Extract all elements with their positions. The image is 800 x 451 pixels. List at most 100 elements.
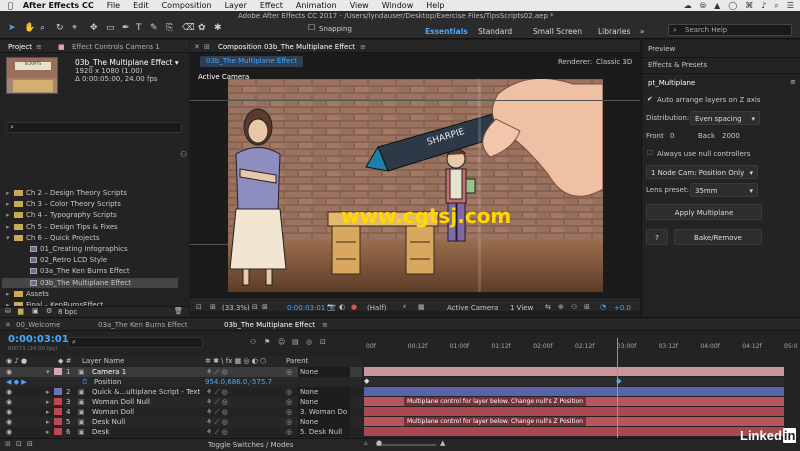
menu-file[interactable]: File [107, 1, 120, 10]
layer-duration-bar[interactable] [364, 387, 784, 396]
triangle-right-icon[interactable]: ▸ [46, 417, 50, 427]
layer-name[interactable]: Desk Null [92, 417, 125, 427]
layer-switches-icon[interactable]: ⊞ [5, 440, 11, 448]
label-color-swatch[interactable] [54, 408, 62, 415]
timeline-icon[interactable]: ⊞ [584, 303, 590, 311]
zoom-tool-icon[interactable]: ⌕ [40, 23, 45, 33]
hand-tool-icon[interactable]: ✋ [24, 23, 35, 33]
eye-icon[interactable]: ◉ [6, 407, 12, 417]
parent-select[interactable]: None [298, 387, 350, 397]
triangle-right-icon[interactable]: ▸ [6, 210, 14, 220]
menu-help[interactable]: Help [426, 1, 444, 10]
back-input[interactable]: 2000 [722, 132, 740, 140]
spotlight-icon[interactable]: ⌕ [774, 1, 778, 11]
distribution-select[interactable]: Even spacing ▾ [690, 111, 760, 125]
draft3d-icon[interactable]: ⊕ [558, 303, 564, 311]
workspace-standard[interactable]: Standard [478, 27, 512, 36]
workspace-libraries[interactable]: Libraries [598, 27, 630, 36]
layer-row[interactable]: ◉ ▸ 4 ▣ Woman Doll ⚘ ⟋ ◎ ◎ 3. Woman Do [0, 407, 362, 417]
shy-icon[interactable]: ☺ [278, 338, 285, 346]
triangle-right-icon[interactable]: ▸ [46, 397, 50, 407]
menu-composition[interactable]: Composition [162, 1, 212, 10]
view-layout-select[interactable]: 1 View [510, 304, 533, 312]
resolution-select[interactable]: (Half) [367, 304, 386, 312]
lock-icon[interactable]: ⊞ [204, 43, 210, 51]
eye-icon[interactable]: ◉ [6, 397, 12, 407]
new-comp-icon[interactable]: ▣ [32, 307, 39, 315]
draft3d-icon[interactable]: ⚑ [264, 338, 270, 346]
show-snapshot-icon[interactable]: ◐ [339, 303, 345, 311]
layer-name-header[interactable]: Layer Name [82, 357, 124, 365]
property-row[interactable]: ◀ ◆ ▶ ⏱ 954.0,686.0,-575.7 Position [0, 377, 362, 387]
layer-row[interactable]: ◉ ▸ 5 ▣ Desk Null ⚘ ⟋ ◎ ◎ None [0, 417, 362, 427]
comp-flowchart-icon[interactable]: ⚇ [250, 338, 256, 346]
triangle-right-icon[interactable]: ▸ [46, 387, 50, 397]
pick-whip-icon[interactable]: ◎ [286, 417, 292, 427]
camera-tool-icon[interactable]: ⌖ [72, 23, 77, 33]
front-input[interactable]: 0 [670, 132, 674, 140]
preview-panel-title[interactable]: Preview [648, 45, 675, 53]
camera-select[interactable]: Active Camera [447, 304, 498, 312]
toggle-switches-modes[interactable]: Toggle Switches / Modes [208, 441, 293, 449]
parent-select[interactable]: None [298, 417, 350, 427]
circle-icon[interactable]: ◯ [728, 1, 737, 11]
command-icon[interactable]: ⌘ [745, 1, 753, 11]
pixel-aspect-icon[interactable]: ⇆ [545, 303, 551, 311]
tab-project[interactable]: Project [8, 43, 32, 51]
triangle-right-icon[interactable]: ▸ [46, 407, 50, 417]
layer-duration-bar[interactable] [364, 427, 784, 436]
menu-edit[interactable]: Edit [133, 1, 149, 10]
flowchart-icon[interactable]: ⚇ [571, 303, 577, 311]
text-tool-icon[interactable]: T [136, 23, 142, 33]
project-item[interactable]: ▾ Ch 6 – Quick Projects [2, 233, 178, 243]
effects-presets-title[interactable]: Effects & Presets [648, 61, 707, 69]
grid-icon[interactable]: ⊞ [210, 303, 216, 311]
triangle-right-icon[interactable]: ▸ [6, 188, 14, 198]
parent-select[interactable]: 3. Woman Do [298, 407, 350, 417]
label-color-swatch[interactable] [54, 368, 62, 375]
zoom-slider[interactable] [376, 444, 436, 446]
node-cam-select[interactable]: 1 Node Cam: Position Only ▾ [646, 165, 758, 179]
zoom-slider-handle[interactable]: ● [376, 439, 382, 447]
triangle-right-icon[interactable]: ▸ [46, 427, 50, 437]
pick-whip-icon[interactable]: ◎ [286, 397, 292, 407]
panel-menu-icon[interactable]: ≡ [790, 78, 796, 86]
apply-multiplane-button[interactable]: Apply Multiplane [646, 204, 762, 220]
zoom-level[interactable]: (33.3%) [222, 304, 250, 312]
roto-tool-icon[interactable]: ✿ [198, 23, 206, 33]
project-search-input[interactable]: ⌕ [6, 122, 182, 133]
rectangle-tool-icon[interactable]: ▭ [106, 23, 115, 33]
project-item[interactable]: ▸ Assets [2, 289, 178, 299]
lens-select[interactable]: 35mm ▾ [690, 183, 758, 197]
notification-icon[interactable]: ☰ [787, 1, 794, 11]
eye-icon[interactable]: ◉ [6, 417, 12, 427]
snapshot-icon[interactable]: 📷 [327, 303, 336, 311]
layer-row[interactable]: ◉ ▾ 1 ▣ Camera 1 ⚘ ⟋ ◎ ◎ None [0, 367, 362, 377]
reset-exposure-icon[interactable]: ◔ [600, 303, 606, 311]
triangle-down-icon[interactable]: ▾ [46, 367, 50, 377]
parent-select[interactable]: 5. Desk Null [298, 427, 350, 437]
triangle-right-icon[interactable]: ▸ [6, 199, 14, 209]
layer-name[interactable]: Position [94, 377, 121, 387]
auto-arrange-checkbox[interactable]: ✔ [647, 95, 653, 103]
layer-name[interactable]: Woman Doll [92, 407, 134, 417]
project-item[interactable]: 01_Creating Infographics [2, 244, 178, 254]
brush-tool-icon[interactable]: ✎ [150, 23, 158, 33]
project-item[interactable]: ▸ Ch 4 – Typography Scripts [2, 210, 178, 220]
keyframe-nav-icon[interactable]: ◀ ◆ ▶ [6, 377, 27, 387]
comp-name[interactable]: 03b_The Multiplane Effect ▾ [75, 58, 179, 67]
tab-comp-03b[interactable]: 03b_The Multiplane Effect [224, 321, 315, 329]
region-icon[interactable]: ⊡ [196, 303, 202, 311]
workspace-small-screen[interactable]: Small Screen [533, 27, 582, 36]
menu-view[interactable]: View [350, 1, 369, 10]
pan-behind-tool-icon[interactable]: ✥ [90, 23, 98, 33]
layer-row[interactable]: ◉ ▸ 3 ▣ Woman Doll Null ⚘ ⟋ ◎ ◎ None [0, 397, 362, 407]
project-item[interactable]: ▸ Ch 5 – Design Tips & Fixes [2, 222, 178, 232]
workspace-essentials[interactable]: Essentials [425, 27, 468, 36]
pick-whip-icon[interactable]: ◎ [286, 367, 292, 377]
tab-comp-03a[interactable]: 03a_The Ken Burns Effect [98, 321, 188, 329]
pick-whip-icon[interactable]: ◎ [286, 427, 292, 437]
stopwatch-icon[interactable]: ⏱ [82, 377, 87, 387]
renderer-value[interactable]: Classic 3D [596, 58, 632, 66]
comp-subtab[interactable]: 03b_The Multiplane Effect [200, 56, 303, 67]
